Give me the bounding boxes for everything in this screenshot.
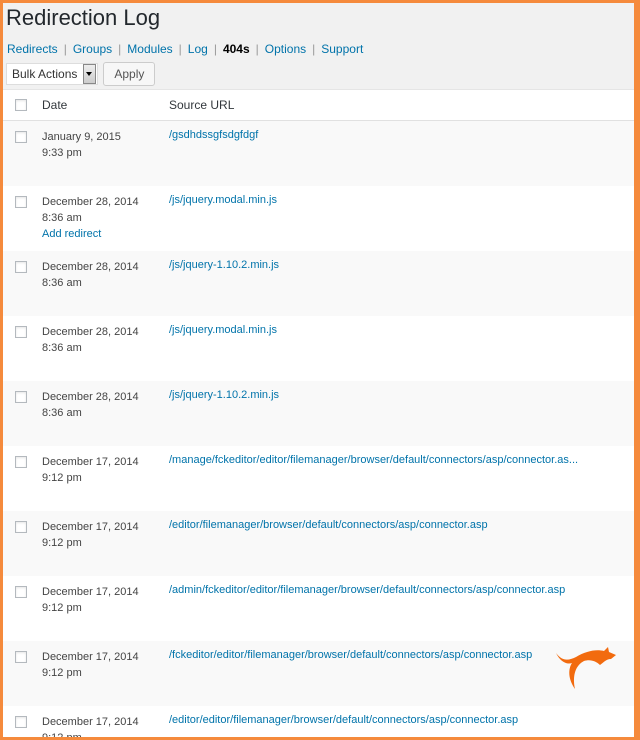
date-cell: December 28, 2014 8:36 am <box>42 251 169 291</box>
table-row: December 17, 2014 9:12 pm/editor/filemana… <box>3 511 634 576</box>
log-date: December 17, 2014 <box>42 651 139 663</box>
date-cell: December 17, 2014 9:12 pm <box>42 706 169 737</box>
log-time: 9:33 pm <box>42 147 82 159</box>
table-header: Date Source URL <box>3 90 634 121</box>
date-cell: December 17, 2014 9:12 pm <box>42 446 169 486</box>
sub-navigation: Redirects | Groups | Modules | Log | 404s | Option… <box>7 42 363 56</box>
nav-link-groups[interactable]: Groups <box>73 42 112 56</box>
row-checkbox[interactable] <box>15 651 27 663</box>
table-row: December 17, 2014 9:12 pm/editor/editor/f… <box>3 706 634 737</box>
row-checkbox[interactable] <box>15 391 27 403</box>
table-body: January 9, 2015 9:33 pm/gsdhdssgfsdgfdgf D… <box>3 121 634 737</box>
row-checkbox[interactable] <box>15 326 27 338</box>
bulk-actions-value: Bulk Actions <box>12 67 78 81</box>
nav-separator: | <box>118 42 122 56</box>
add-redirect-link[interactable]: Add redirect <box>42 226 169 242</box>
page-title: Redirection Log <box>6 5 161 30</box>
source-url-link[interactable]: /editor/editor/filemanager/browser/defau… <box>169 706 518 726</box>
nav-link-404s: 404s <box>222 42 250 56</box>
log-time: 9:12 pm <box>42 472 82 484</box>
row-checkbox[interactable] <box>15 131 27 143</box>
log-date: December 17, 2014 <box>42 586 139 598</box>
row-checkbox[interactable] <box>15 716 27 728</box>
date-column-header[interactable]: Date <box>42 98 169 112</box>
log-time: 8:36 am <box>42 212 82 224</box>
date-cell: December 17, 2014 9:12 pm <box>42 641 169 681</box>
date-cell: December 28, 2014 8:36 am <box>42 316 169 356</box>
orange-fox-logo <box>556 647 616 689</box>
nav-separator: | <box>178 42 182 56</box>
row-checkbox[interactable] <box>15 456 27 468</box>
table-row: December 28, 2014 8:36 am Add redirect/js/… <box>3 186 634 251</box>
row-checkbox[interactable] <box>15 196 27 208</box>
nav-link-redirects[interactable]: Redirects <box>7 42 58 56</box>
nav-separator: | <box>213 42 217 56</box>
log-time: 9:12 pm <box>42 667 82 679</box>
source-url-link[interactable]: /fckeditor/editor/filemanager/browser/de… <box>169 641 532 661</box>
nav-separator: | <box>312 42 316 56</box>
log-date: December 28, 2014 <box>42 196 139 208</box>
date-cell: December 17, 2014 9:12 pm <box>42 511 169 551</box>
log-date: December 28, 2014 <box>42 326 139 338</box>
log-date: December 28, 2014 <box>42 261 139 273</box>
table-row: January 9, 2015 9:33 pm/gsdhdssgfsdgfdgf <box>3 121 634 186</box>
log-table: Date Source URL January 9, 2015 9:33 pm/g… <box>3 89 634 737</box>
apply-button[interactable]: Apply <box>103 62 156 86</box>
log-time: 8:36 am <box>42 407 82 419</box>
log-time: 9:12 pm <box>42 602 82 614</box>
source-url-link[interactable]: /js/jquery-1.10.2.min.js <box>169 251 279 271</box>
bulk-actions-bar: Bulk Actions Apply <box>6 62 156 86</box>
source-url-link[interactable]: /js/jquery.modal.min.js <box>169 186 277 206</box>
table-row: December 17, 2014 9:12 pm/fckeditor/edito… <box>3 641 634 706</box>
row-checkbox[interactable] <box>15 586 27 598</box>
source-url-link[interactable]: /js/jquery.modal.min.js <box>169 316 277 336</box>
source-url-link[interactable]: /admin/fckeditor/editor/filemanager/brow… <box>169 576 565 596</box>
table-row: December 17, 2014 9:12 pm/admin/fckeditor… <box>3 576 634 641</box>
nav-link-options[interactable]: Options <box>265 42 306 56</box>
log-time: 9:12 pm <box>42 730 169 737</box>
table-row: December 17, 2014 9:12 pm/manage/fckedito… <box>3 446 634 511</box>
source-url-link[interactable]: /js/jquery-1.10.2.min.js <box>169 381 279 401</box>
source-url-link[interactable]: /editor/filemanager/browser/default/conn… <box>169 511 488 531</box>
row-checkbox[interactable] <box>15 521 27 533</box>
log-date: January 9, 2015 <box>42 131 121 143</box>
triangle-down-icon[interactable] <box>83 64 97 84</box>
log-date: December 17, 2014 <box>42 521 139 533</box>
table-row: December 28, 2014 8:36 am/js/jquery-1.10.… <box>3 251 634 316</box>
date-cell: January 9, 2015 9:33 pm <box>42 121 169 161</box>
log-date: December 28, 2014 <box>42 391 139 403</box>
table-row: December 28, 2014 8:36 am/js/jquery.modal… <box>3 316 634 381</box>
nav-link-modules[interactable]: Modules <box>127 42 172 56</box>
nav-link-support[interactable]: Support <box>321 42 363 56</box>
date-cell: December 17, 2014 9:12 pm <box>42 576 169 616</box>
nav-link-log[interactable]: Log <box>188 42 208 56</box>
row-checkbox[interactable] <box>15 261 27 273</box>
log-time: 8:36 am <box>42 342 82 354</box>
nav-separator: | <box>255 42 259 56</box>
date-cell: December 28, 2014 8:36 am Add redirect <box>42 186 169 242</box>
page-frame: Redirection Log Redirects | Groups | Modules… <box>3 3 634 737</box>
table-row: December 28, 2014 8:36 am/js/jquery-1.10.… <box>3 381 634 446</box>
select-all-checkbox[interactable] <box>15 99 27 111</box>
log-time: 8:36 am <box>42 277 82 289</box>
nav-separator: | <box>63 42 67 56</box>
log-date: December 17, 2014 <box>42 716 139 728</box>
source-url-link[interactable]: /gsdhdssgfsdgfdgf <box>169 121 258 141</box>
log-date: December 17, 2014 <box>42 456 139 468</box>
source-url-link[interactable]: /manage/fckeditor/editor/filemanager/bro… <box>169 446 578 466</box>
date-cell: December 28, 2014 8:36 am <box>42 381 169 421</box>
bulk-actions-select[interactable]: Bulk Actions <box>6 63 99 85</box>
log-time: 9:12 pm <box>42 537 82 549</box>
source-url-column-header[interactable]: Source URL <box>169 98 234 112</box>
